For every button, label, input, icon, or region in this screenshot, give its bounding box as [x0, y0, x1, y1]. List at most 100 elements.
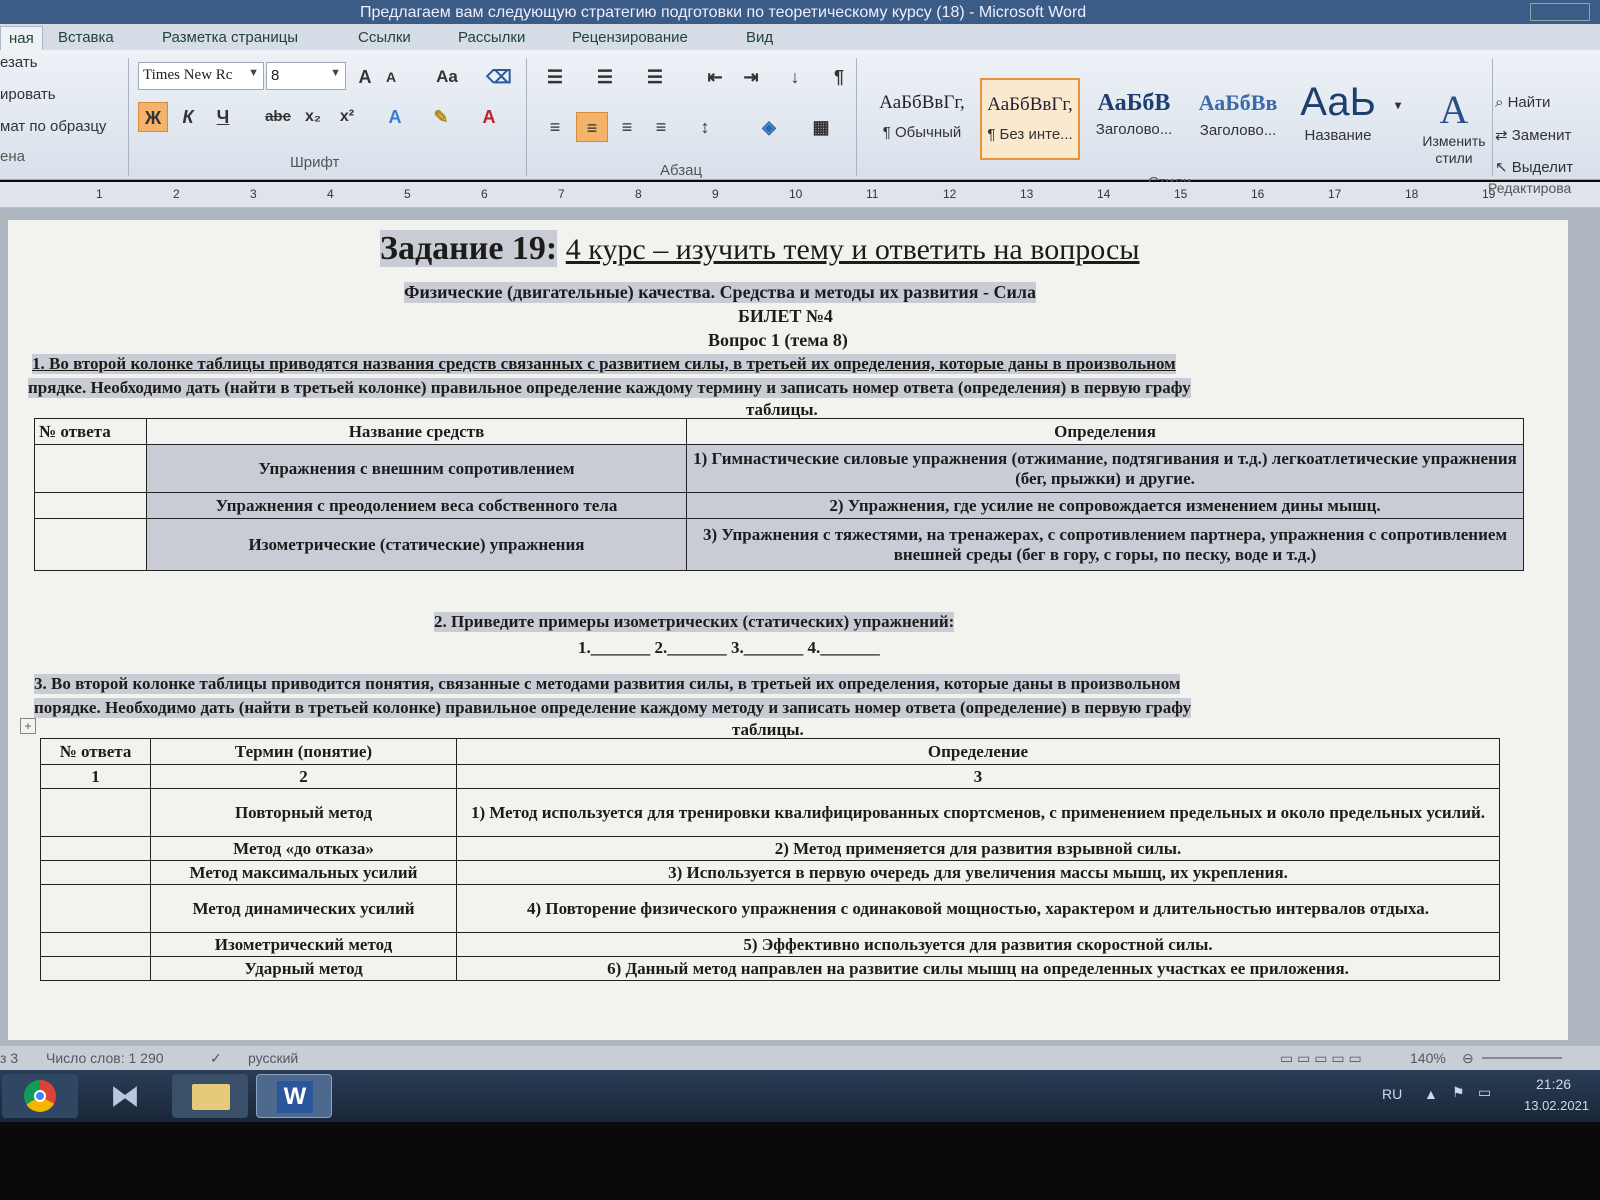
multilevel-list-icon[interactable]: ☰ — [640, 62, 670, 92]
answer-cell[interactable] — [40, 932, 151, 957]
horizontal-ruler[interactable]: 1 2 3 4 5 6 7 8 9 10 11 12 13 14 15 16 17 18 19 — [0, 182, 1600, 208]
answer-cell[interactable] — [40, 836, 151, 861]
ruler-number: 18 — [1405, 187, 1419, 201]
divider — [526, 58, 527, 176]
q3-line-2: порядке. Необходимо дать (найти в третье… — [34, 698, 1192, 718]
bullets-icon[interactable]: ☰ — [540, 62, 570, 92]
page-indicator[interactable]: з 3 — [0, 1050, 18, 1066]
tab-home[interactable]: ная — [0, 26, 43, 50]
change-case-button[interactable]: Aa — [428, 62, 466, 92]
replace-label: Заменит — [1511, 127, 1572, 144]
term-cell: Повторный метод — [150, 788, 457, 837]
find-button[interactable]: ⌕ Найти — [1495, 94, 1550, 111]
tray-expand-icon[interactable]: ▲ — [1424, 1086, 1438, 1102]
tab-view[interactable]: Вид — [746, 29, 773, 46]
decrease-indent-icon[interactable]: ⇤ — [700, 62, 730, 92]
answer-cell[interactable] — [40, 956, 151, 981]
view-buttons[interactable]: ▭ ▭ ▭ ▭ ▭ — [1280, 1050, 1362, 1067]
align-center-icon[interactable]: ≡ — [576, 112, 608, 142]
tab-review[interactable]: Рецензирование — [572, 29, 688, 46]
italic-button[interactable]: К — [176, 102, 200, 132]
align-left-icon[interactable]: ≡ — [540, 112, 570, 142]
document-page[interactable]: Задание 19: 4 курс – изучить тему и отве… — [8, 220, 1568, 1040]
column-number: 3 — [456, 764, 1500, 789]
ruler-number: 1 — [96, 187, 103, 201]
tab-insert[interactable]: Вставка — [58, 29, 114, 46]
ruler-number: 14 — [1097, 187, 1111, 201]
style-no-spacing[interactable]: АаБбВвГг, ¶ Без инте... — [980, 78, 1080, 160]
clock-time[interactable]: 21:26 — [1536, 1076, 1571, 1092]
underline-button[interactable]: Ч — [210, 102, 236, 132]
font-group-label: Шрифт — [290, 154, 340, 171]
shrink-font-button[interactable]: A — [380, 62, 402, 92]
align-right-icon[interactable]: ≡ — [612, 112, 642, 142]
cut-button[interactable]: езать — [0, 54, 38, 71]
zoom-level[interactable]: 140% — [1410, 1050, 1446, 1066]
flag-icon[interactable]: ⚑ — [1452, 1084, 1465, 1101]
ruler-number: 7 — [558, 187, 565, 201]
highlight-icon[interactable]: ✎ — [426, 102, 456, 132]
tab-mailings[interactable]: Рассылки — [458, 29, 525, 46]
term-cell: Изометрический метод — [150, 932, 457, 957]
style-heading-2[interactable]: АаБбВв Заголово... — [1188, 78, 1288, 160]
copy-button[interactable]: ировать — [0, 86, 56, 103]
font-size-value: 8 — [271, 67, 280, 84]
chevron-down-icon: ▼ — [248, 67, 259, 79]
strikethrough-button[interactable]: abe — [262, 102, 294, 132]
answer-cell[interactable] — [40, 860, 151, 885]
select-button[interactable]: ↖ Выделит — [1495, 158, 1573, 176]
network-icon[interactable]: ▭ — [1478, 1084, 1491, 1101]
answer-cell[interactable] — [34, 492, 147, 519]
sort-icon[interactable]: ↓ — [780, 62, 810, 92]
language-tray[interactable]: RU — [1382, 1086, 1402, 1102]
change-styles-button[interactable]: A Изменить стили — [1414, 86, 1494, 167]
style-heading-1[interactable]: АаБбВ Заголово... — [1084, 78, 1184, 160]
media-player-taskbar-button[interactable]: ⧓ — [88, 1074, 164, 1118]
font-color-icon[interactable]: A — [474, 102, 504, 132]
spellcheck-icon[interactable]: ✓ — [210, 1050, 222, 1067]
show-marks-button[interactable]: ¶ — [826, 62, 852, 92]
justify-icon[interactable]: ≡ — [646, 112, 676, 142]
zoom-out-icon[interactable]: ⊖ — [1462, 1050, 1474, 1067]
font-name-field[interactable]: Times New Rc ▼ — [138, 62, 264, 90]
definition-cell: 5) Эффективно используется для развития … — [456, 932, 1500, 957]
increase-indent-icon[interactable]: ⇥ — [736, 62, 766, 92]
editing-group-label: Редактирова — [1488, 180, 1572, 196]
tab-page-layout[interactable]: Разметка страницы — [162, 29, 298, 46]
language-indicator[interactable]: русский — [248, 1050, 298, 1066]
answer-cell[interactable] — [40, 788, 151, 837]
chrome-taskbar-button[interactable] — [2, 1074, 78, 1118]
superscript-button[interactable]: x² — [334, 102, 360, 132]
replace-button[interactable]: ⇄ Заменит — [1495, 126, 1571, 144]
q2-blanks[interactable]: 1._______ 2._______ 3._______ 4._______ — [578, 638, 880, 658]
explorer-taskbar-button[interactable] — [172, 1074, 248, 1118]
shading-icon[interactable]: ◈ — [754, 112, 784, 142]
numbering-icon[interactable]: ☰ — [590, 62, 620, 92]
bold-button[interactable]: Ж — [138, 102, 168, 132]
answer-cell[interactable] — [34, 444, 147, 493]
table-row: Упражнения с преодолением веса собственн… — [34, 492, 1524, 519]
styles-scroll-icon[interactable]: ▾ — [1390, 90, 1406, 120]
clock-date[interactable]: 13.02.2021 — [1524, 1098, 1589, 1113]
word-taskbar-button[interactable]: W — [256, 1074, 332, 1118]
zoom-slider[interactable] — [1482, 1057, 1562, 1059]
borders-icon[interactable]: ▦ — [806, 112, 836, 142]
format-painter-button[interactable]: мат по образцу — [0, 118, 106, 135]
paragraph-group-label: Абзац — [660, 162, 703, 179]
style-normal[interactable]: АаБбВвГг, ¶ Обычный — [872, 78, 972, 160]
clear-formatting-icon[interactable]: ⌫ — [484, 62, 514, 92]
answer-cell[interactable] — [34, 518, 147, 571]
font-size-field[interactable]: 8 ▼ — [266, 62, 346, 90]
answer-cell[interactable] — [40, 884, 151, 933]
grow-font-button[interactable]: A — [352, 62, 378, 92]
definition-cell: 1) Гимнастические силовые упражнения (от… — [686, 444, 1524, 493]
line-spacing-icon[interactable]: ↕ — [690, 112, 720, 142]
tab-references[interactable]: Ссылки — [358, 29, 411, 46]
style-title[interactable]: АаЬ Название — [1288, 78, 1388, 160]
table-move-handle-icon[interactable]: + — [20, 718, 36, 734]
table-header: Термин (понятие) — [150, 738, 457, 765]
word-count[interactable]: Число слов: 1 290 — [46, 1050, 164, 1066]
window-controls[interactable] — [1530, 3, 1590, 21]
subscript-button[interactable]: x₂ — [300, 102, 326, 132]
text-effects-icon[interactable]: A — [380, 102, 410, 132]
